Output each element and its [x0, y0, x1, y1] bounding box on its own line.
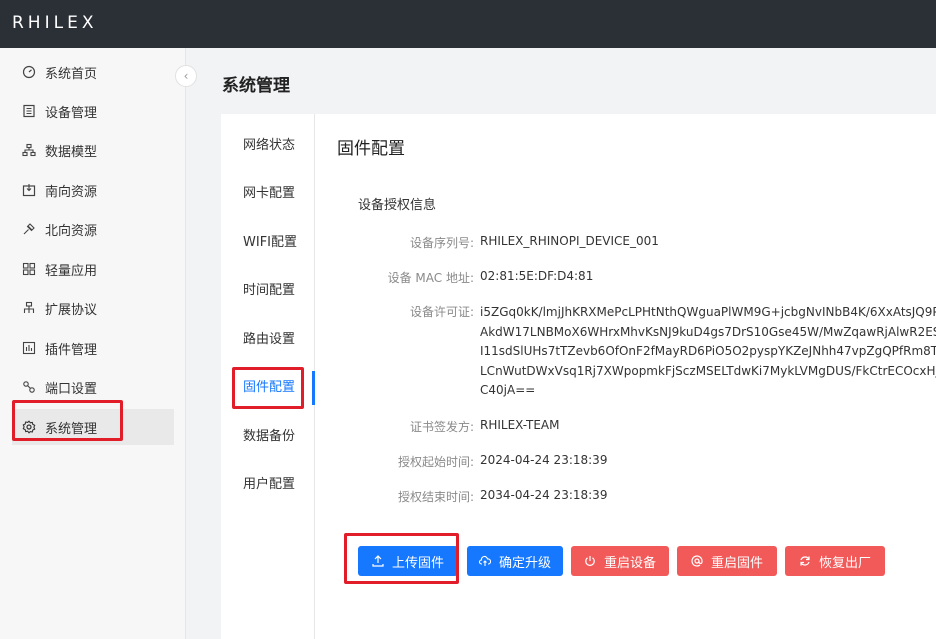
tab-firmware-config[interactable]: 固件配置 [221, 370, 315, 406]
top-bar: RHILEX [0, 0, 936, 48]
tab-user-config[interactable]: 用户配置 [221, 467, 315, 503]
sidebar-item-northbound[interactable]: 北向资源 [12, 211, 174, 247]
settings-subnav: 网络状态 网卡配置 WIFI配置 时间配置 路由设置 固件配置 数据备份 用户配… [221, 114, 315, 639]
chevron-left-icon[interactable]: ‹ [175, 65, 197, 87]
sidebar-item-southbound[interactable]: 南向资源 [12, 172, 174, 208]
serial-value: RHILEX_RHINOPI_DEVICE_001 [480, 234, 659, 248]
serial-label: 设备序列号: [409, 236, 474, 250]
page-title: 系统管理 [222, 76, 290, 96]
device-icon [22, 104, 36, 118]
model-icon [22, 143, 36, 157]
sidebar-item-label: 系统管理 [45, 421, 98, 437]
apps-icon [22, 262, 36, 276]
confirm-upgrade-label: 确定升级 [498, 555, 551, 571]
dashboard-icon [22, 65, 36, 79]
sidebar-item-label: 扩展协议 [45, 302, 98, 318]
factory-reset-label: 恢复出厂 [818, 555, 871, 571]
northbound-icon [22, 222, 36, 236]
sidebar-item-data-model[interactable]: 数据模型 [12, 132, 174, 168]
sidebar-item-plugins[interactable]: 插件管理 [12, 330, 174, 366]
sidebar-item-system[interactable]: 系统管理 [12, 409, 174, 445]
license-line: AkdW17LNBMoX6WHrxMhvKsNJ9kuD4gs7DrS10Gse… [480, 324, 936, 339]
issuer-label: 证书签发方: [409, 420, 474, 434]
end-time-value: 2034-04-24 23:18:39 [480, 488, 608, 502]
power-icon [585, 556, 595, 566]
restart-firmware-button[interactable]: 重启固件 [677, 546, 777, 576]
section-title: 设备授权信息 [358, 198, 437, 213]
sidebar-item-ports[interactable]: 端口设置 [12, 369, 174, 405]
cloud-upload-icon [478, 555, 491, 566]
license-line: I11sdSlUHs7tTZevb6OfOnF2fMayRD6PiO5O2pys… [480, 344, 936, 358]
sidebar-item-apps[interactable]: 轻量应用 [12, 251, 174, 287]
tab-wifi-config[interactable]: WIFI配置 [221, 225, 315, 261]
sidebar-item-label: 北向资源 [45, 223, 98, 239]
sidebar-item-protocols[interactable]: 扩展协议 [12, 290, 174, 326]
upload-firmware-button[interactable]: 上传固件 [358, 546, 458, 576]
at-sign-icon [691, 555, 703, 567]
sidebar-item-label: 数据模型 [45, 144, 98, 160]
tab-route-settings[interactable]: 路由设置 [221, 322, 315, 358]
tab-time-config[interactable]: 时间配置 [221, 273, 315, 309]
start-time-value: 2024-04-24 23:18:39 [480, 453, 608, 467]
gear-icon [22, 420, 36, 434]
confirm-upgrade-button[interactable]: 确定升级 [467, 546, 563, 576]
restart-firmware-label: 重启固件 [710, 555, 763, 571]
upload-firmware-label: 上传固件 [391, 555, 444, 571]
upload-icon [372, 555, 384, 567]
app-logo[interactable]: RHILEX [12, 13, 97, 33]
active-tab-indicator [312, 371, 315, 405]
license-line: LCnWutDWxVsq1Rj7XWpopmkFjSczMSELTdwKi7My… [480, 363, 936, 378]
license-line: i5ZGq0kK/lmjJhKRXMePcLPHtNthQWguaPlWM9G+… [480, 305, 936, 319]
sidebar-item-label: 插件管理 [45, 342, 98, 358]
factory-reset-button[interactable]: 恢复出厂 [785, 546, 885, 576]
mac-value: 02:81:5E:DF:D4:81 [480, 269, 594, 283]
restart-device-label: 重启设备 [603, 555, 656, 571]
tab-data-backup[interactable]: 数据备份 [221, 419, 315, 455]
content-title: 固件配置 [337, 139, 405, 159]
sidebar-item-label: 轻量应用 [45, 263, 98, 279]
mac-label: 设备 MAC 地址: [387, 271, 474, 285]
restart-device-button[interactable]: 重启设备 [571, 546, 669, 576]
protocol-icon [22, 301, 36, 315]
sidebar-item-label: 设备管理 [45, 105, 98, 121]
sidebar-item-label: 南向资源 [45, 184, 98, 200]
start-time-label: 授权起始时间: [397, 455, 474, 469]
issuer-value: RHILEX-TEAM [480, 418, 560, 432]
sidebar-item-dashboard[interactable]: 系统首页 [12, 54, 174, 90]
sidebar-item-devices[interactable]: 设备管理 [12, 93, 174, 129]
license-line: C40jA== [480, 383, 536, 397]
end-time-label: 授权结束时间: [397, 490, 474, 504]
license-label: 设备许可证: [409, 305, 474, 319]
license-value: i5ZGq0kK/lmjJhKRXMePcLPHtNthQWguaPlWM9G+… [480, 303, 936, 401]
plugin-icon [22, 341, 36, 355]
port-icon [22, 380, 36, 394]
tab-nic-config[interactable]: 网卡配置 [221, 176, 315, 212]
sidebar-item-label: 系统首页 [45, 66, 98, 82]
southbound-icon [22, 183, 36, 197]
tab-network-status[interactable]: 网络状态 [221, 128, 315, 164]
refresh-icon [800, 556, 810, 566]
sidebar-item-label: 端口设置 [45, 381, 98, 397]
